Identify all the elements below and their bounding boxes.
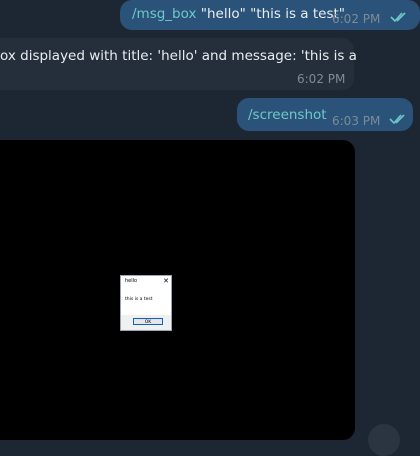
message-time: 6:02 PM [332, 12, 381, 26]
message-screenshot-command[interactable]: /screenshot 6:03 PM [237, 98, 413, 131]
close-icon: ✕ [163, 277, 169, 285]
message-time: 6:02 PM [297, 72, 346, 86]
double-check-icon [390, 12, 406, 23]
screenshot-image[interactable] [0, 140, 355, 440]
dialog-ok-button: OK [133, 318, 163, 325]
message-bot-reply[interactable]: ox displayed with title: 'hello' and mes… [0, 38, 357, 90]
message-msg-box-command[interactable]: /msg_box "hello" "this is a test" 6:02 P… [120, 0, 420, 30]
message-time: 6:03 PM [332, 114, 381, 128]
message-text: /msg_box "hello" "this is a test" [132, 5, 345, 23]
message-args: "hello" "this is a test" [196, 6, 346, 22]
message-text: ox displayed with title: 'hello' and mes… [0, 48, 357, 64]
double-check-icon [389, 114, 405, 125]
dialog-body: this is a test [121, 287, 171, 315]
command-link[interactable]: /screenshot [248, 106, 327, 124]
scroll-down-button[interactable] [368, 424, 400, 456]
dialog-message: this is a test [125, 297, 153, 302]
dialog-titlebar: hello ✕ [121, 276, 171, 287]
dialog-title: hello [125, 278, 138, 284]
message-box-dialog: hello ✕ this is a test OK [120, 275, 172, 331]
command-link[interactable]: /msg_box [132, 6, 196, 22]
